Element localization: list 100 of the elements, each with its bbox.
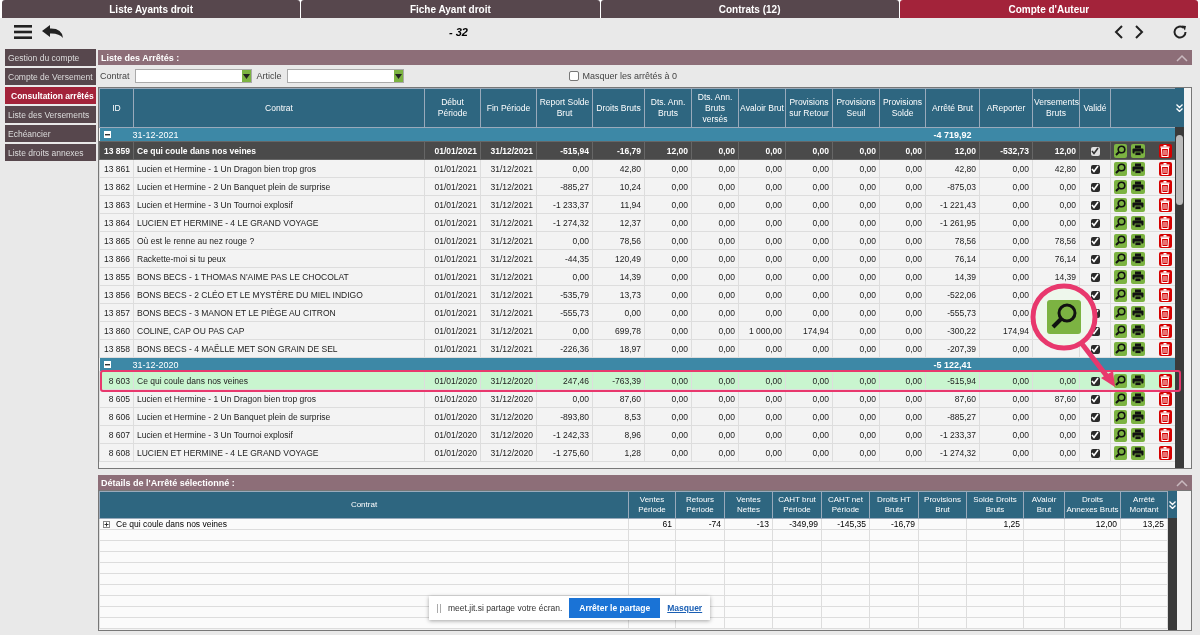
columns-menu-icon[interactable] [1175, 88, 1184, 127]
print-button[interactable] [1131, 233, 1145, 248]
tab[interactable]: Fiche Ayant droit [301, 0, 600, 18]
view-button[interactable] [1114, 341, 1128, 356]
column-header[interactable]: AReporter [979, 88, 1033, 128]
refresh-icon[interactable] [1172, 24, 1188, 40]
validated-checkbox[interactable] [1090, 146, 1100, 156]
menu-icon[interactable] [14, 24, 32, 40]
print-button[interactable] [1131, 179, 1145, 194]
view-button[interactable] [1114, 179, 1128, 194]
view-button[interactable] [1114, 445, 1128, 460]
column-header[interactable]: Arrêté Brut [925, 88, 980, 128]
column-header[interactable]: CAHT net Période [821, 491, 870, 519]
delete-button[interactable] [1158, 287, 1172, 302]
column-header[interactable]: Provisions sur Retour [785, 88, 833, 128]
delete-button[interactable] [1158, 305, 1172, 320]
view-button[interactable] [1114, 409, 1128, 424]
print-button[interactable] [1131, 251, 1145, 266]
column-header[interactable]: AValoir Brut [1023, 491, 1065, 519]
column-header[interactable]: Provisions Brut [918, 491, 967, 519]
tab[interactable]: Compte d'Auteur [899, 0, 1198, 18]
delete-button[interactable] [1158, 445, 1172, 460]
print-button[interactable] [1131, 197, 1145, 212]
print-button[interactable] [1131, 143, 1145, 158]
print-button[interactable] [1131, 215, 1145, 230]
column-header[interactable]: Provisions Solde [879, 88, 926, 128]
column-header[interactable]: Validé [1079, 88, 1111, 128]
sidebar-item[interactable]: Compte de Versement [5, 68, 96, 85]
columns-menu-icon[interactable] [1168, 491, 1177, 518]
sidebar-item[interactable]: Liste droits annexes [5, 144, 96, 161]
stop-sharing-button[interactable]: Arrêter le partage [569, 598, 661, 618]
print-button[interactable] [1131, 305, 1145, 320]
sidebar-item[interactable]: Echéancier [5, 125, 96, 142]
hide-link[interactable]: Masquer [667, 603, 703, 613]
column-header[interactable]: Début Période [424, 88, 481, 128]
column-header[interactable]: Ventes Période [628, 491, 676, 519]
previous-icon[interactable] [1114, 25, 1124, 39]
column-header[interactable]: Arrêté Montant [1120, 491, 1168, 519]
view-button[interactable] [1114, 305, 1128, 320]
column-header[interactable]: Dts. Ann. Bruts versés [691, 88, 739, 128]
delete-button[interactable] [1158, 427, 1172, 442]
column-header[interactable]: Droits Annexes Bruts [1064, 491, 1121, 519]
delete-button[interactable] [1158, 197, 1172, 212]
column-header[interactable]: CAHT brut Période [772, 491, 822, 519]
delete-button[interactable] [1158, 251, 1172, 266]
column-header[interactable]: Retours Période [675, 491, 725, 519]
checkbox[interactable] [568, 71, 579, 81]
collapse-toggle[interactable] [103, 131, 111, 138]
column-header[interactable]: Versements Bruts [1032, 88, 1080, 128]
print-button[interactable] [1131, 287, 1145, 302]
view-button[interactable] [1114, 269, 1128, 284]
column-header[interactable]: Contrat [99, 491, 629, 519]
column-header[interactable]: Ventes Nettes [724, 491, 773, 519]
view-button[interactable] [1114, 251, 1128, 266]
delete-button[interactable] [1158, 179, 1172, 194]
view-button[interactable] [1114, 323, 1128, 338]
view-button[interactable] [1114, 161, 1128, 176]
column-header[interactable]: Droits HT Bruts [869, 491, 919, 519]
expand-toggle[interactable] [103, 520, 110, 528]
column-header[interactable]: Avaloir Brut [738, 88, 786, 128]
scrollbar[interactable] [1175, 127, 1184, 468]
delete-button[interactable] [1158, 409, 1172, 424]
print-button[interactable] [1131, 269, 1145, 284]
print-button[interactable] [1131, 373, 1145, 388]
sidebar-item[interactable]: Consultation arrêtés [5, 87, 96, 104]
view-button[interactable] [1114, 373, 1128, 388]
view-button[interactable] [1114, 197, 1128, 212]
tab[interactable]: Liste Ayants droit [2, 0, 301, 18]
sidebar-item[interactable]: Liste des Versements [5, 106, 96, 123]
drag-handle-icon[interactable] [437, 603, 441, 613]
delete-button[interactable] [1158, 323, 1172, 338]
column-header[interactable]: Dts. Ann. Bruts [644, 88, 692, 128]
caret-icon[interactable] [394, 73, 402, 79]
delete-button[interactable] [1158, 161, 1172, 176]
column-header[interactable]: Droits Bruts [592, 88, 645, 128]
print-button[interactable] [1131, 341, 1145, 356]
collapse-toggle[interactable] [103, 361, 111, 368]
view-button[interactable] [1114, 215, 1128, 230]
delete-button[interactable] [1158, 233, 1172, 248]
print-button[interactable] [1131, 161, 1145, 176]
column-header[interactable]: Provisions Seuil [832, 88, 880, 128]
column-header[interactable]: Report Solde Brut [536, 88, 593, 128]
print-button[interactable] [1131, 323, 1145, 338]
scrollbar[interactable] [1168, 518, 1177, 630]
delete-button[interactable] [1158, 143, 1172, 158]
delete-button[interactable] [1158, 373, 1172, 388]
sidebar-item[interactable]: Gestion du compte [5, 49, 96, 66]
column-header[interactable]: Fin Période [480, 88, 537, 128]
delete-button[interactable] [1158, 269, 1172, 284]
print-button[interactable] [1131, 445, 1145, 460]
view-button[interactable] [1114, 427, 1128, 442]
caret-icon[interactable] [242, 73, 250, 79]
delete-button[interactable] [1158, 341, 1172, 356]
view-button[interactable] [1114, 287, 1128, 302]
column-header[interactable]: Contrat [133, 88, 425, 128]
delete-button[interactable] [1158, 215, 1172, 230]
print-button[interactable] [1131, 427, 1145, 442]
column-header[interactable]: ID [99, 88, 134, 128]
print-button[interactable] [1131, 409, 1145, 424]
column-header[interactable]: Solde Droits Bruts [966, 491, 1024, 519]
